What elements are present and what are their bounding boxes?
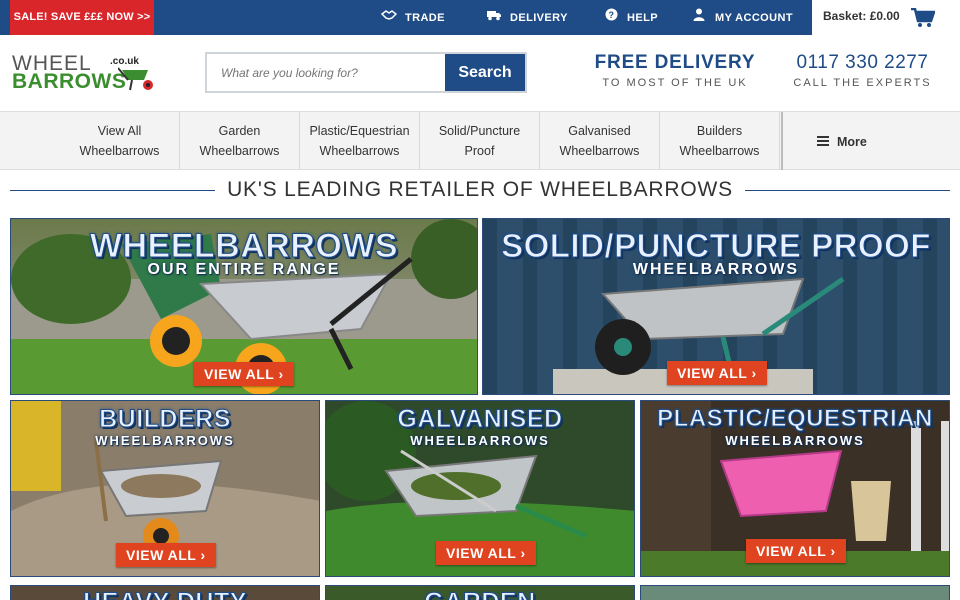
- my-account-label: MY ACCOUNT: [715, 12, 793, 24]
- view-all-button[interactable]: VIEW ALL ›: [667, 361, 767, 385]
- nav-label: Garden: [218, 124, 261, 138]
- tile-title: PLASTIC/EQUESTRIAN: [657, 405, 933, 433]
- tile-subtitle: WHEELBARROWS: [95, 433, 235, 448]
- site-logo[interactable]: WHEEL .co.uk BARROWS: [10, 50, 155, 96]
- category-tile-garden[interactable]: GARDEN: [325, 585, 635, 600]
- page-title: UK'S LEADING RETAILER OF WHEELBARROWS: [10, 178, 950, 202]
- search-box: Search: [205, 52, 527, 93]
- nav-item-builders[interactable]: Builders Wheelbarrows: [660, 112, 780, 170]
- category-tile-plastic-equestrian[interactable]: PLASTIC/EQUESTRIAN WHEELBARROWS VIEW ALL…: [640, 400, 950, 577]
- delivery-label: DELIVERY: [510, 12, 568, 24]
- svg-text:?: ?: [608, 10, 614, 20]
- nav-item-view-all[interactable]: View All Wheelbarrows: [60, 112, 180, 170]
- nav-label: View All: [97, 124, 142, 138]
- nav-item-plastic-equestrian[interactable]: Plastic/Equestrian Wheelbarrows: [300, 112, 420, 170]
- free-delivery-subtitle: TO MOST OF THE UK: [602, 77, 748, 89]
- category-tile-solid-puncture-proof[interactable]: SOLID/PUNCTURE PROOF WHEELBARROWS VIEW A…: [482, 218, 950, 395]
- cart-icon: [911, 7, 936, 41]
- nav-label: Wheelbarrows: [559, 144, 640, 158]
- tile-subtitle: WHEELBARROWS: [410, 433, 550, 448]
- top-bar: SALE! SAVE £££ NOW >> TRADE DELIVERY ? H…: [0, 0, 960, 35]
- tile-title: SOLID/PUNCTURE PROOF: [501, 227, 931, 265]
- nav-item-solid-puncture-proof[interactable]: Solid/Puncture Proof: [420, 112, 540, 170]
- handshake-icon: [380, 0, 398, 35]
- my-account-link[interactable]: MY ACCOUNT: [691, 0, 793, 35]
- wheelbarrow-logo-icon: [118, 67, 153, 91]
- section-heading: UK'S LEADING RETAILER OF WHEELBARROWS: [10, 176, 950, 206]
- phone-info: 0117 330 2277 CALL THE EXPERTS: [785, 52, 940, 89]
- question-icon: ?: [603, 0, 619, 35]
- hamburger-icon: [817, 112, 829, 170]
- category-photo: [641, 586, 949, 600]
- category-tile-wheelbarrows[interactable]: WHEELBARROWS OUR ENTIRE RANGE VIEW ALL ›: [10, 218, 478, 395]
- view-all-button[interactable]: VIEW ALL ›: [116, 543, 216, 567]
- nav-item-garden[interactable]: Garden Wheelbarrows: [180, 112, 300, 170]
- basket-button[interactable]: Basket: £0.00: [812, 0, 960, 35]
- category-tile-partial[interactable]: [640, 585, 950, 600]
- nav-label: Galvanised: [568, 124, 631, 138]
- help-link[interactable]: ? HELP: [603, 0, 658, 35]
- truck-icon: [486, 0, 502, 35]
- nav-label: Wheelbarrows: [199, 144, 280, 158]
- trade-label: TRADE: [405, 12, 445, 24]
- user-icon: [691, 0, 707, 35]
- category-tile-galvanised[interactable]: GALVANISED WHEELBARROWS VIEW ALL ›: [325, 400, 635, 577]
- tile-title: GALVANISED: [397, 405, 563, 434]
- tile-subtitle: WHEELBARROWS: [725, 433, 865, 448]
- nav-more-label: More: [837, 135, 867, 149]
- tile-title: HEAVY DUTY: [11, 588, 319, 600]
- trade-link[interactable]: TRADE: [380, 0, 445, 35]
- nav-more-button[interactable]: More: [781, 112, 960, 170]
- nav-label: Wheelbarrows: [79, 144, 160, 158]
- delivery-link[interactable]: DELIVERY: [486, 0, 568, 35]
- nav-label: Plastic/Equestrian: [309, 124, 410, 138]
- phone-number[interactable]: 0117 330 2277: [785, 52, 940, 74]
- tile-title: GARDEN: [326, 588, 634, 600]
- search-input[interactable]: [207, 54, 445, 91]
- nav-label: Solid/Puncture: [438, 124, 521, 138]
- phone-subtitle: CALL THE EXPERTS: [793, 77, 932, 89]
- logo-line2: BARROWS: [12, 70, 127, 93]
- search-button[interactable]: Search: [445, 54, 525, 91]
- free-delivery-title: FREE DELIVERY: [594, 52, 756, 73]
- view-all-button[interactable]: VIEW ALL ›: [746, 539, 846, 563]
- main-nav: View All Wheelbarrows Garden Wheelbarrows …: [0, 111, 960, 170]
- sale-banner-link[interactable]: SALE! SAVE £££ NOW >>: [10, 0, 154, 35]
- nav-label: Wheelbarrows: [679, 144, 760, 158]
- view-all-button[interactable]: VIEW ALL ›: [194, 362, 294, 386]
- tile-subtitle: WHEELBARROWS: [632, 261, 800, 278]
- view-all-button[interactable]: VIEW ALL ›: [436, 541, 536, 565]
- page-title-text: UK'S LEADING RETAILER OF WHEELBARROWS: [217, 178, 743, 201]
- tile-title: BUILDERS: [99, 405, 231, 434]
- help-label: HELP: [627, 12, 658, 24]
- nav-label: Wheelbarrows: [319, 144, 400, 158]
- basket-total: Basket: £0.00: [823, 9, 900, 23]
- free-delivery-info: FREE DELIVERY TO MOST OF THE UK: [575, 52, 775, 89]
- category-tile-heavy-duty[interactable]: HEAVY DUTY: [10, 585, 320, 600]
- tile-subtitle: OUR ENTIRE RANGE: [147, 261, 341, 278]
- nav-label: Proof: [464, 144, 495, 158]
- nav-item-galvanised[interactable]: Galvanised Wheelbarrows: [540, 112, 660, 170]
- nav-label: Builders: [696, 124, 743, 138]
- category-tile-builders[interactable]: BUILDERS WHEELBARROWS VIEW ALL ›: [10, 400, 320, 577]
